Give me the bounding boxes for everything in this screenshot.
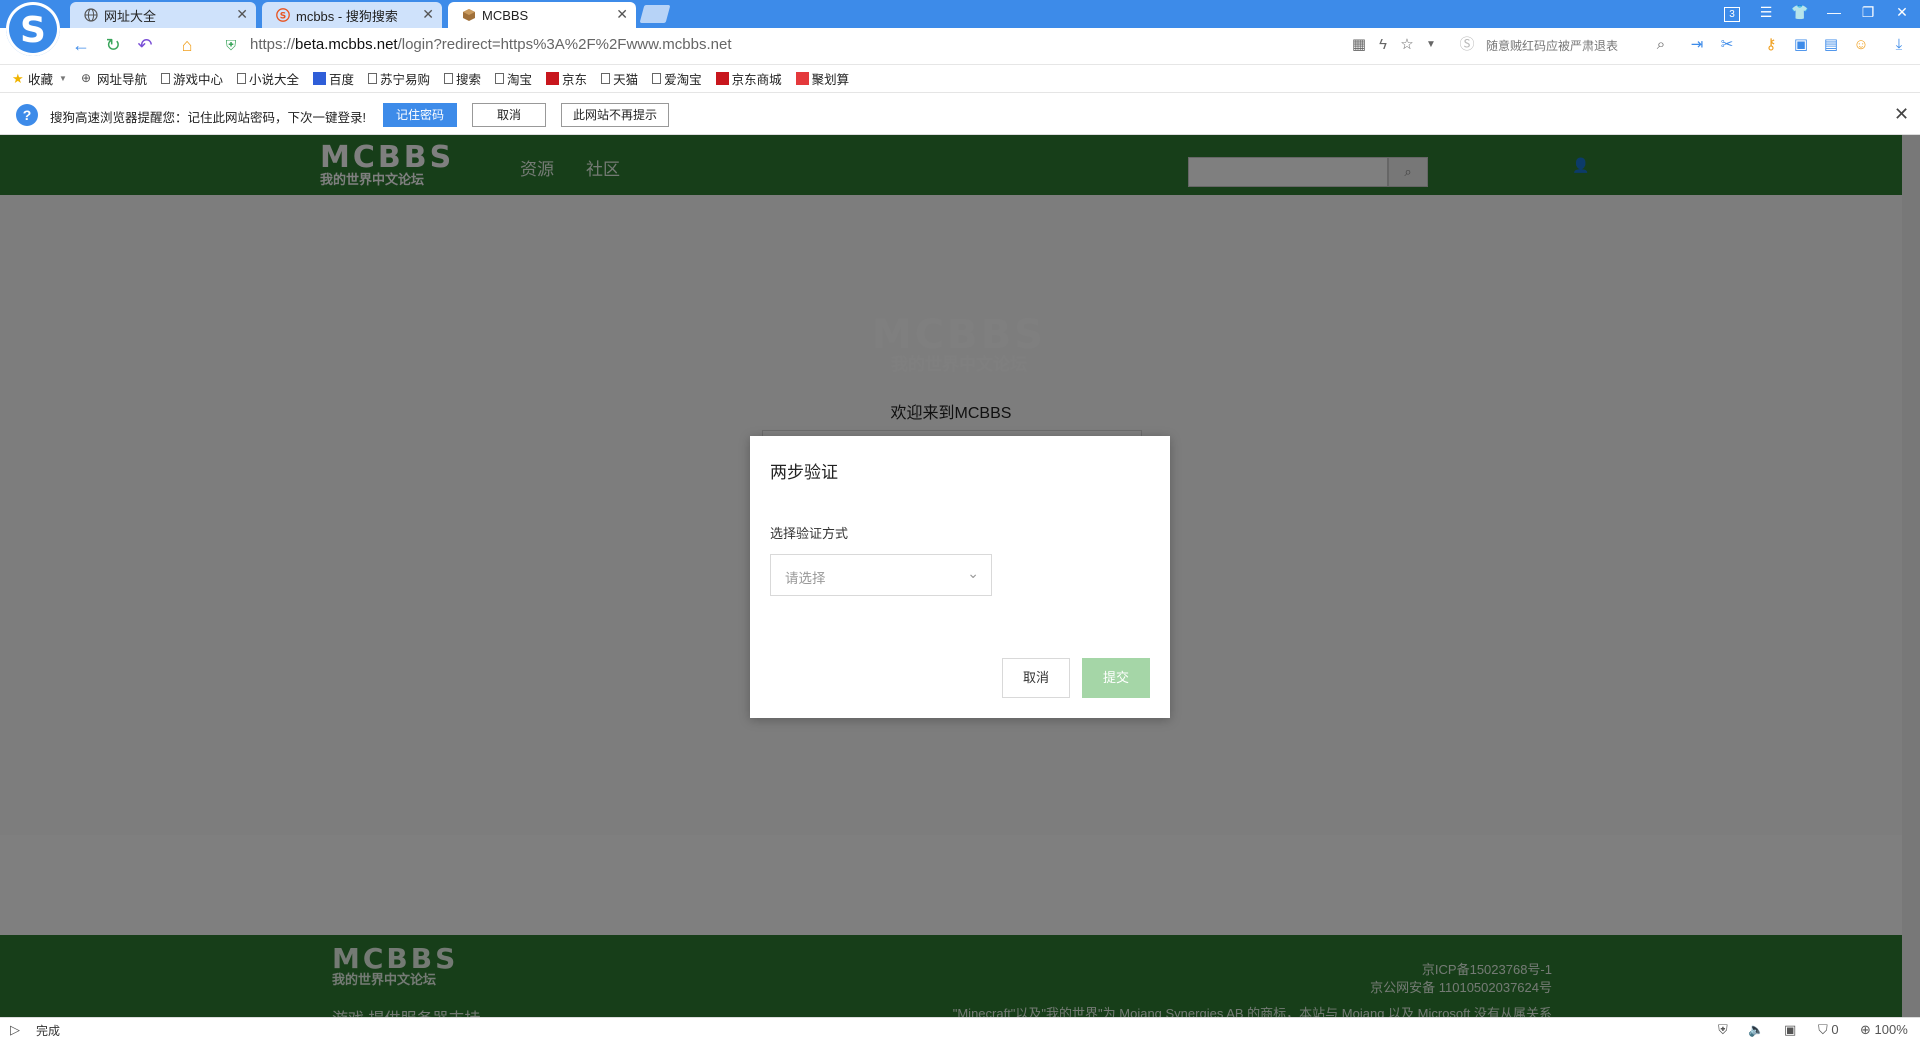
verify-method-select[interactable]: 请选择 ⌄ [770, 554, 992, 596]
page-icon [368, 73, 377, 84]
bookmark-item[interactable]: 小说大全 [236, 69, 299, 88]
tab-title: MCBBS [482, 7, 529, 23]
scissors-icon[interactable]: ✂ [1718, 36, 1736, 54]
chevron-down-icon: ▼ [59, 74, 67, 83]
tab-2[interactable]: MCBBS ✕ [448, 2, 636, 28]
new-tab-button[interactable] [639, 5, 671, 23]
address-bar-row: ← ↻ ↶ ⌂ ⛨ https://beta.mcbbs.net/login?r… [0, 28, 1920, 65]
status-bar: ▷ 完成 ⛨ 🔈 ▣ ⛉ 0 ⊕ 100% [0, 1017, 1920, 1041]
jd-icon [546, 72, 560, 85]
globe-icon: ⊕ [80, 71, 91, 85]
reader-icon[interactable]: ▤ [1822, 36, 1840, 54]
page-icon [495, 73, 505, 84]
close-icon[interactable]: ✕ [616, 6, 628, 23]
bookmark-item[interactable]: 游戏中心 [160, 69, 223, 88]
dialog-submit-button[interactable]: 提交 [1082, 658, 1150, 698]
page-icon [652, 73, 662, 84]
close-icon[interactable]: ✕ [1894, 104, 1909, 125]
password-cancel-button[interactable]: 取消 [472, 103, 546, 127]
bookmark-item[interactable]: 京东 [546, 69, 587, 88]
page-icon [236, 73, 246, 84]
bookmarks-bar: ★ 收藏 ▼ ⊕ 网址导航 游戏中心 小说大全 百度 苏宁易购 搜索 淘宝 京东 天猫… [0, 65, 1920, 93]
bookmark-item[interactable]: 爱淘宝 [652, 69, 702, 88]
star-icon: ★ [12, 71, 24, 86]
globe-icon [84, 8, 98, 22]
bookmark-item[interactable]: 天猫 [601, 69, 638, 88]
jd-icon [715, 72, 729, 85]
bookmark-item[interactable]: ⊕ 网址导航 [81, 69, 147, 88]
tab-bar: 网址大全 ✕ S mcbbs - 搜狗搜索 ✕ MCBBS ✕ 3 ☰ 👕 — … [0, 0, 1920, 28]
login-icon[interactable]: ⇥ [1688, 36, 1706, 54]
search-box[interactable]: 随意贼红码应被严肃退表 [1486, 37, 1618, 54]
verify-method-label: 选择验证方式 [770, 526, 849, 541]
page-icon [601, 73, 611, 84]
skin-icon[interactable]: 👕 [1790, 4, 1810, 21]
never-for-site-button[interactable]: 此网站不再提示 [561, 103, 669, 127]
camera-icon[interactable]: ▣ [1784, 1022, 1796, 1038]
sogou-search-icon: Ⓢ [1459, 36, 1475, 53]
bookmark-favorites[interactable]: ★ 收藏 ▼ [12, 69, 67, 88]
dialog-cancel-button[interactable]: 取消 [1002, 658, 1070, 698]
secure-shield-icon: ⛨ [225, 37, 237, 53]
dropdown-arrow-icon[interactable]: ▼ [1422, 36, 1440, 54]
tab-counter[interactable]: 3 [1722, 4, 1742, 22]
search-icon[interactable]: ⌕ [1652, 36, 1670, 54]
shield-icon[interactable]: ⛨ [1718, 1022, 1728, 1038]
minimize-icon[interactable]: — [1824, 4, 1844, 20]
bookmark-item[interactable]: 苏宁易购 [368, 69, 430, 88]
remember-password-button[interactable]: 记住密码 [383, 103, 457, 127]
adblock-icon[interactable]: ⛉ 0 [1818, 1022, 1839, 1038]
download-icon[interactable]: ⤓ [1890, 36, 1908, 54]
sound-icon[interactable]: 🔈 [1748, 1022, 1764, 1038]
svg-text:S: S [280, 12, 286, 22]
back-icon[interactable]: ← [70, 34, 92, 56]
close-window-icon[interactable]: ✕ [1892, 4, 1912, 21]
page-icon [160, 73, 170, 84]
star-outline-icon[interactable]: ☆ [1398, 36, 1416, 54]
chevron-down-icon: ⌄ [967, 565, 979, 581]
tab-title: 网址大全 [104, 8, 157, 24]
tab-title: mcbbs - 搜狗搜索 [296, 8, 398, 24]
tab-1[interactable]: S mcbbs - 搜狗搜索 ✕ [262, 2, 442, 28]
dialog-title: 两步验证 [770, 463, 838, 482]
close-icon[interactable]: ✕ [422, 6, 434, 23]
status-text: 完成 [36, 1024, 61, 1038]
key-hint-icon: ? [16, 104, 38, 126]
qr-code-icon[interactable]: ▦ [1350, 36, 1368, 54]
password-save-bar: ? 搜狗高速浏览器提醒您：记住此网站密码，下次一键登录! 记住密码 取消 此网站… [0, 94, 1920, 135]
refresh-icon[interactable]: ↻ [102, 34, 124, 56]
bookmark-item[interactable]: 京东商城 [715, 69, 782, 88]
zoom-control[interactable]: ⊕ 100% [1860, 1022, 1908, 1038]
sogou-icon: S [276, 8, 290, 22]
close-icon[interactable]: ✕ [236, 6, 248, 23]
translate-icon[interactable]: ▣ [1792, 36, 1810, 54]
restore-icon[interactable]: ❐ [1858, 4, 1878, 21]
page-icon [444, 73, 454, 84]
home-icon[interactable]: ⌂ [176, 34, 198, 56]
password-bar-message: 搜狗高速浏览器提醒您：记住此网站密码，下次一键登录! [50, 111, 366, 125]
juhuasuan-icon [795, 72, 809, 85]
baidu-icon [312, 72, 326, 85]
bookmark-item[interactable]: 搜索 [444, 69, 481, 88]
key-icon[interactable]: ⚷ [1762, 36, 1780, 54]
url-field[interactable]: https://beta.mcbbs.net/login?redirect=ht… [250, 36, 732, 53]
undo-close-icon[interactable]: ↶ [134, 34, 156, 56]
emoji-icon[interactable]: ☺ [1852, 36, 1870, 54]
two-step-verification-dialog: 两步验证 选择验证方式 请选择 ⌄ 取消 提交 [750, 436, 1170, 718]
bookmark-item[interactable]: 聚划算 [795, 69, 849, 88]
bookmark-item[interactable]: 淘宝 [495, 69, 532, 88]
mcbbs-block-icon [462, 8, 476, 22]
sogou-browser-logo[interactable]: S [6, 2, 60, 56]
svg-text:S: S [20, 10, 46, 51]
select-placeholder: 请选择 [785, 571, 826, 586]
tab-0[interactable]: 网址大全 ✕ [70, 2, 256, 28]
lightning-icon[interactable]: ϟ [1374, 36, 1392, 54]
bookmark-item[interactable]: 百度 [312, 69, 354, 88]
sidebar-toggle-icon[interactable]: ▷ [10, 1022, 20, 1038]
menu-icon[interactable]: ☰ [1756, 4, 1776, 21]
